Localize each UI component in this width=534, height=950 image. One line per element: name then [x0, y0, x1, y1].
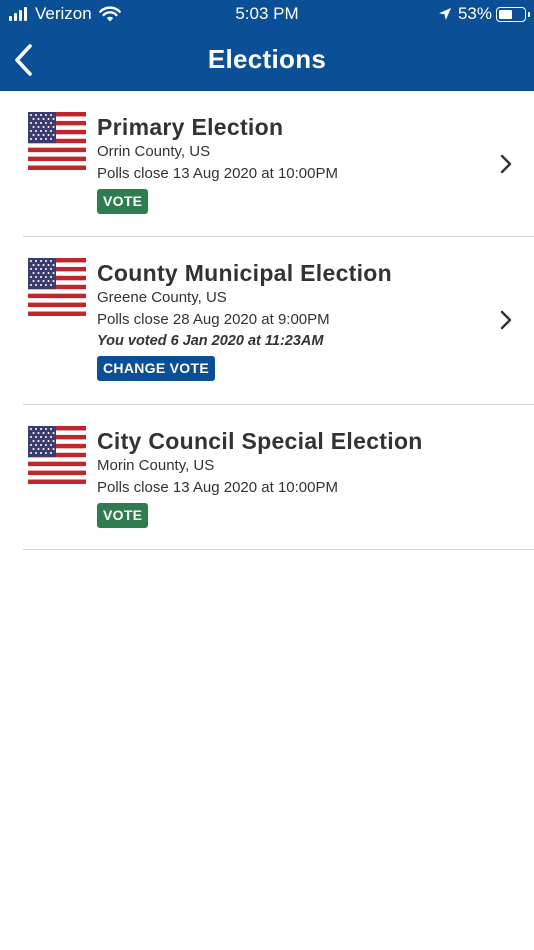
election-info: County Municipal Election Greene County,…	[97, 259, 392, 381]
battery-fill	[499, 9, 512, 19]
us-flag-icon	[28, 112, 86, 170]
election-info: Primary Election Orrin County, US Polls …	[97, 113, 338, 214]
election-location: Orrin County, US	[97, 143, 211, 160]
us-flag-icon	[28, 426, 86, 484]
polls-close-text: Polls close 13 Aug 2020 at 10:00PM	[97, 165, 338, 182]
battery-percent: 53%	[457, 4, 492, 23]
chevron-right-icon	[500, 154, 512, 174]
election-row-county-municipal[interactable]: County Municipal Election Greene County,…	[23, 237, 534, 405]
status-bar: Verizon 5:03 PM 53%	[0, 0, 534, 30]
election-list: Primary Election Orrin County, US Polls …	[0, 91, 534, 550]
election-info: City Council Special Election Morin Coun…	[97, 427, 423, 528]
us-flag-icon	[28, 258, 86, 316]
app-header: Verizon 5:03 PM 53% Elections	[0, 0, 534, 91]
change-vote-button[interactable]: CHANGE VOTE	[97, 356, 215, 381]
election-row-city-council[interactable]: City Council Special Election Morin Coun…	[23, 405, 534, 550]
election-title: County Municipal Election	[97, 260, 393, 286]
chevron-right-icon	[500, 310, 512, 330]
voted-status-text: You voted 6 Jan 2020 at 11:23AM	[97, 333, 324, 349]
election-location: Greene County, US	[97, 289, 227, 306]
location-arrow-icon	[438, 8, 451, 20]
election-location: Morin County, US	[97, 457, 215, 474]
status-right: 53%	[438, 4, 530, 24]
page-title: Elections	[207, 44, 327, 74]
election-row-primary[interactable]: Primary Election Orrin County, US Polls …	[23, 91, 534, 237]
battery-icon	[496, 6, 530, 22]
polls-close-text: Polls close 28 Aug 2020 at 9:00PM	[97, 311, 330, 328]
vote-button[interactable]: VOTE	[97, 503, 149, 528]
polls-close-text: Polls close 13 Aug 2020 at 10:00PM	[97, 479, 338, 496]
election-title: Primary Election	[97, 114, 284, 140]
vote-button[interactable]: VOTE	[97, 189, 149, 214]
election-title: City Council Special Election	[97, 428, 423, 454]
